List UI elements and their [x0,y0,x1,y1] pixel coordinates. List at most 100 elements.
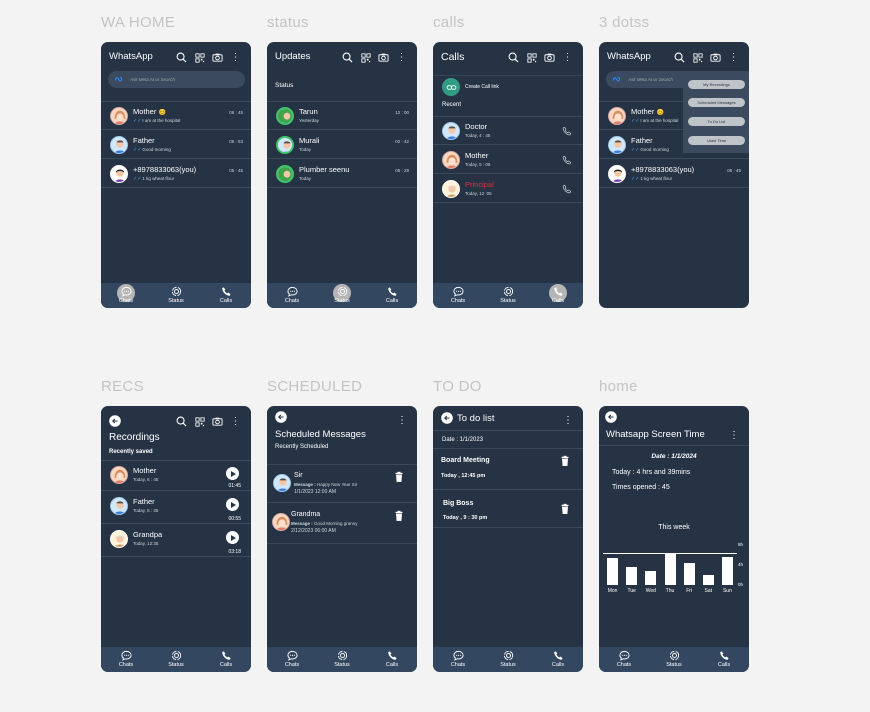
qr-code-icon[interactable] [194,416,205,427]
contact-name: Doctor [465,122,488,131]
camera-icon[interactable] [212,52,223,63]
more-options-icon[interactable]: ⋮ [396,52,407,63]
nav-chats[interactable]: Chats [277,283,307,308]
trash-icon[interactable] [393,471,405,483]
create-call-link[interactable]: Create Call link [465,84,499,90]
menu-item-scheduled-messages[interactable]: Scheduled Messages [688,98,745,107]
chat-row-mother[interactable]: Mother 😊 ✓✓I am at the hospital 06 : 45 [101,102,251,130]
recording-row[interactable]: Grandpa Today, 12:35 03:18 [101,525,251,557]
frame-label-scheduled: SCHEDULED [267,378,363,395]
chat-row-you[interactable]: +8978833063(you) ✓✓1 kg wheat flour 05 :… [599,160,749,188]
nav-status[interactable]: Status [161,647,191,672]
status-icon [503,650,514,661]
play-button[interactable] [226,498,239,511]
nav-chats[interactable]: Chats [277,647,307,672]
back-arrow-icon[interactable] [605,411,617,423]
nav-chats[interactable]: Chats [443,647,473,672]
phone-icon[interactable] [562,184,572,194]
menu-item-my-recordings[interactable]: My Recordings [688,80,745,89]
page-title: Whatsapp Screen Time [606,429,705,440]
nav-calls[interactable]: Calls [377,647,407,672]
nav-chats[interactable]: Chats [443,283,473,308]
search-icon[interactable] [176,52,187,63]
nav-chats[interactable]: Chats [609,647,639,672]
nav-calls[interactable]: Calls [377,283,407,308]
call-row[interactable]: Principal Today, 12 :05 [433,175,583,203]
scheduled-row[interactable]: Sir Message : Happy New Year Sir 1/1/202… [267,465,417,503]
scheduled-row[interactable]: Grandma Message : Good Morning granny 2/… [267,504,417,544]
nav-calls[interactable]: Calls [709,647,739,672]
recording-row[interactable]: Father Today, 5 : 35 00:55 [101,492,251,524]
chat-row-father[interactable]: Father ✓✓Good morning 05 : 53 [101,131,251,159]
camera-icon[interactable] [378,52,389,63]
phone-icon[interactable] [562,126,572,136]
call-row[interactable]: Mother Today, 5 : 09 [433,146,583,174]
nav-status[interactable]: Status [327,647,357,672]
more-options-icon[interactable]: ⋮ [563,416,573,426]
trash-icon[interactable] [559,503,571,515]
search-icon[interactable] [508,52,519,63]
contact-name-missed: Principal [465,180,494,189]
message-text: Good Morning granny [314,521,358,526]
nav-chats[interactable]: Chats [111,283,141,308]
todo-item[interactable]: Big Boss Today , 9 : 30 pm [433,491,583,528]
nav-status[interactable]: Status [161,283,191,308]
nav-label: Chats [284,298,300,304]
phone-icon [719,650,730,661]
read-tick-icon: ✓✓ [631,118,640,124]
back-arrow-icon[interactable] [441,412,453,424]
qr-code-icon[interactable] [526,52,537,63]
qr-code-icon[interactable] [692,52,703,63]
camera-icon[interactable] [544,52,555,63]
play-button[interactable] [226,531,239,544]
more-options-icon[interactable]: ⋮ [729,431,739,441]
status-row[interactable]: Plumber seenu Today 05 : 29 [267,160,417,188]
message-time: 05 : 45 [229,168,243,173]
trash-icon[interactable] [393,510,405,522]
qr-code-icon[interactable] [194,52,205,63]
nav-calls[interactable]: Calls [543,283,573,308]
camera-icon[interactable] [212,416,223,427]
nav-status[interactable]: Status [493,647,523,672]
chat-icon [619,650,630,661]
play-button[interactable] [226,467,239,480]
nav-status[interactable]: Status [493,283,523,308]
status-screen: Updates ⋮ Status Tarun Yesterday 12 : 00… [267,42,417,308]
search-input[interactable]: Ask Meta AI or Search [108,71,245,88]
contact-name: Murali [299,136,320,145]
more-options-icon[interactable]: ⋮ [562,52,573,63]
read-tick-icon: ✓✓ [133,176,142,182]
phone-icon[interactable] [562,155,572,165]
contact-name: Sir [294,472,303,479]
search-icon[interactable] [674,52,685,63]
back-arrow-icon[interactable] [109,415,121,427]
task-time: Today , 12:45 pm [441,473,486,479]
more-options-icon[interactable]: ⋮ [728,52,739,63]
nav-calls[interactable]: Calls [211,283,241,308]
link-icon[interactable] [442,78,460,96]
page-title: Scheduled Messages [275,429,366,440]
menu-item-to-do-list[interactable]: To Do List [688,117,745,126]
nav-calls[interactable]: Calls [211,647,241,672]
back-arrow-icon[interactable] [275,411,287,423]
more-options-icon[interactable]: ⋮ [397,416,407,426]
nav-calls[interactable]: Calls [543,647,573,672]
call-row[interactable]: Doctor Today, 4 : 45 [433,117,583,145]
todo-item[interactable]: Board Meeting Today , 12:45 pm [433,449,583,490]
nav-chats[interactable]: Chats [111,647,141,672]
status-row[interactable]: Murali Today 02 : 42 [267,131,417,159]
more-options-icon[interactable]: ⋮ [230,416,241,427]
search-icon[interactable] [342,52,353,63]
avatar [276,107,294,125]
qr-code-icon[interactable] [360,52,371,63]
search-icon[interactable] [176,416,187,427]
recording-row[interactable]: Mother Today, 6 : 45 01:45 [101,461,251,491]
trash-icon[interactable] [559,455,571,467]
chat-row-you[interactable]: +8978833063(you) ✓✓1 kg wheat flour 05 :… [101,160,251,188]
more-options-icon[interactable]: ⋮ [230,52,241,63]
camera-icon[interactable] [710,52,721,63]
menu-item-used-time[interactable]: Used Time [688,136,745,145]
nav-status[interactable]: Status [659,647,689,672]
nav-status[interactable]: Status [327,283,357,308]
status-row[interactable]: Tarun Yesterday 12 : 00 [267,102,417,130]
